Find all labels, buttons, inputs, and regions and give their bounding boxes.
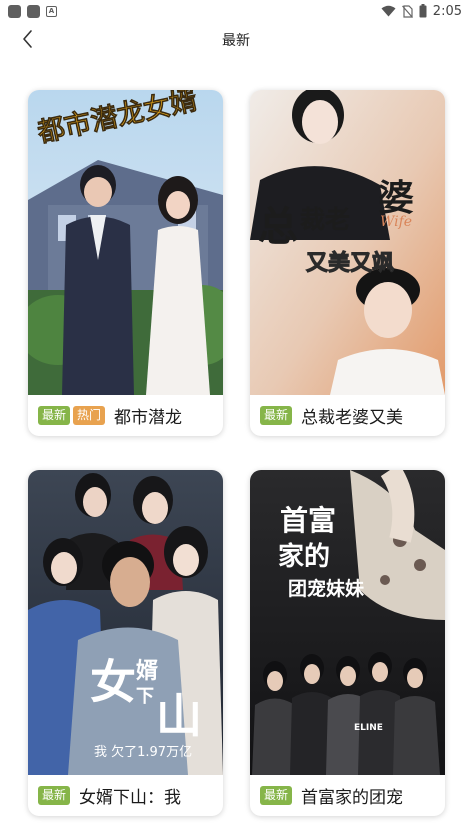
page-title: 最新 (222, 33, 250, 49)
app-icon (8, 4, 21, 18)
badge-new: 最新 (260, 786, 293, 805)
header: 最新 (0, 22, 472, 56)
drama-poster: 都市潜龙女婿 (28, 90, 223, 395)
badge-hot: 热门 (73, 406, 106, 425)
badge-new: 最新 (38, 786, 71, 805)
status-right: 2:05 (381, 4, 462, 19)
poster-title-text: 首富 (280, 504, 336, 537)
poster-title-text: 婿 (136, 658, 158, 684)
poster-title-text: 团宠妹妹 (288, 577, 365, 600)
status-bar: A 2:05 (0, 0, 472, 22)
poster-subtitle-text: 又美又飒 (306, 250, 394, 276)
drama-title: 女婿下山：我 (79, 788, 182, 808)
drama-card[interactable]: 女 婿 下 山 我 欠了1.97万亿 最新 女婿下山：我 (28, 470, 223, 816)
drama-card[interactable]: 总 裁老 婆 Wife 又美又飒 最新 总裁老婆又美 (250, 90, 445, 436)
drama-title: 首富家的团宠 (301, 788, 404, 808)
drama-caption: 最新 热门 都市潜龙 (28, 395, 223, 436)
drama-poster: 女 婿 下 山 我 欠了1.97万亿 (28, 470, 223, 775)
battery-icon (419, 4, 427, 18)
poster-title-text: 总 (258, 203, 298, 250)
wifi-icon (381, 5, 396, 17)
poster-title-text: 女 (90, 655, 136, 709)
drama-card[interactable]: 都市潜龙女婿 最新 热门 都市潜龙 (28, 90, 223, 436)
drama-caption: 最新 总裁老婆又美 (250, 395, 445, 436)
app-icon (27, 4, 40, 18)
a-icon: A (46, 5, 57, 17)
poster-title-text: 婆 (378, 177, 414, 219)
no-sim-icon (401, 4, 413, 18)
poster-title-text: 家的 (278, 541, 330, 572)
poster-english-text: Wife (380, 214, 412, 230)
poster-title-text: 裁老 (300, 205, 350, 234)
poster-logo-text: ELINE (354, 723, 383, 733)
drama-poster: 总 裁老 婆 Wife 又美又飒 (250, 90, 445, 395)
poster-title-text: 山 (156, 689, 202, 743)
poster-subtitle-text: 我 欠了1.97万亿 (94, 744, 192, 760)
drama-card[interactable]: ELINE 首富 家的 团宠妹妹 最新 首富家的团宠 (250, 470, 445, 816)
status-time: 2:05 (432, 3, 462, 19)
badge-new: 最新 (260, 406, 293, 425)
drama-caption: 最新 女婿下山：我 (28, 775, 223, 816)
badge-new: 最新 (38, 406, 71, 425)
drama-caption: 最新 首富家的团宠 (250, 775, 445, 816)
status-left: A (8, 4, 57, 18)
poster-title-text: 下 (136, 686, 154, 707)
drama-title: 都市潜龙 (114, 408, 183, 428)
drama-title: 总裁老婆又美 (301, 408, 404, 428)
drama-poster: ELINE 首富 家的 团宠妹妹 (250, 470, 445, 775)
